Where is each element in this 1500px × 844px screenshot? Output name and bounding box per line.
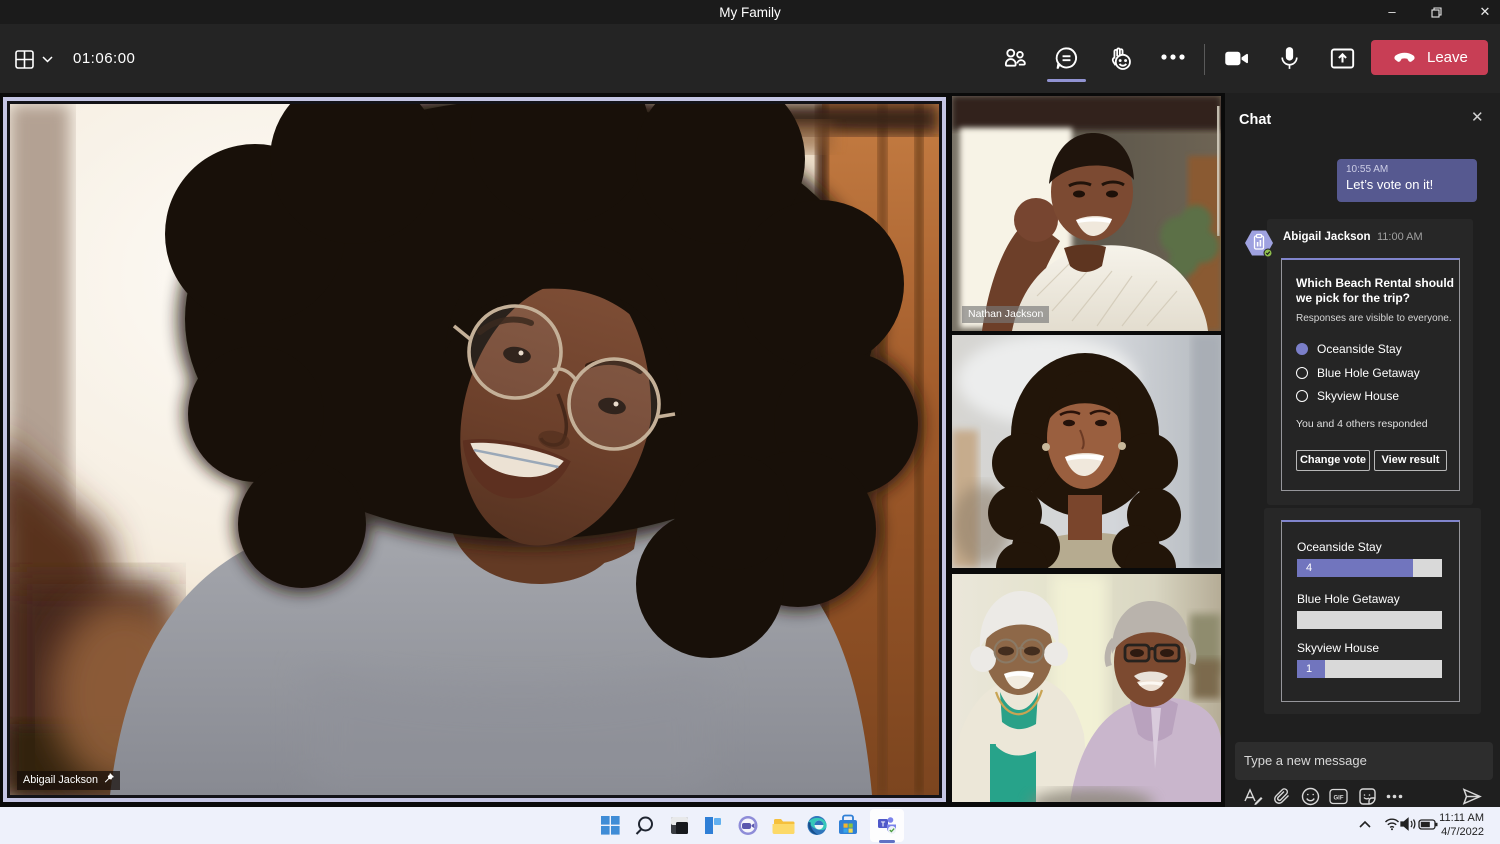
svg-text:GIF: GIF [1334, 796, 1344, 802]
svg-text:T: T [881, 822, 886, 829]
